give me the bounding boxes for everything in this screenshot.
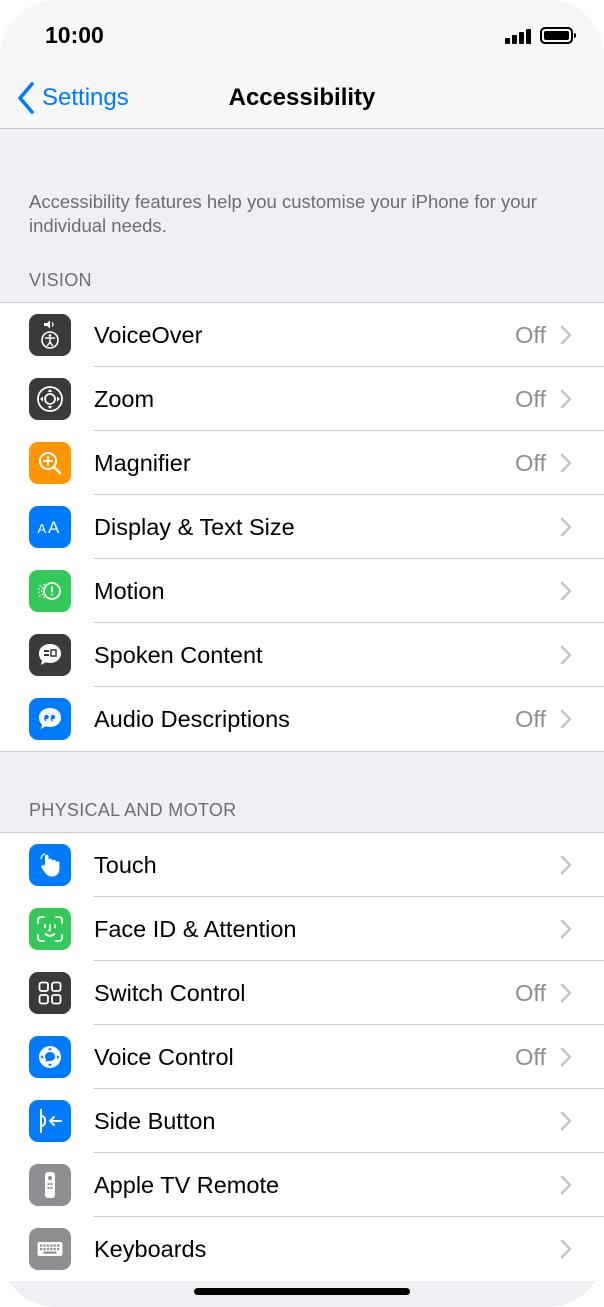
chevron-right-icon bbox=[560, 581, 572, 601]
svg-text:A: A bbox=[48, 518, 60, 537]
chevron-right-icon bbox=[560, 1175, 572, 1195]
voice-control-icon bbox=[29, 1036, 71, 1078]
chevron-right-icon bbox=[560, 325, 572, 345]
home-indicator[interactable] bbox=[194, 1288, 410, 1295]
row-label: Zoom bbox=[94, 386, 155, 412]
row-label: Spoken Content bbox=[94, 642, 263, 668]
row-voiceover[interactable]: VoiceOver Off bbox=[0, 303, 604, 367]
row-label: Touch bbox=[94, 852, 157, 878]
chevron-right-icon bbox=[560, 919, 572, 939]
side-button-icon bbox=[29, 1100, 71, 1142]
row-label: VoiceOver bbox=[94, 322, 203, 348]
chevron-right-icon bbox=[560, 453, 572, 473]
touch-icon bbox=[29, 844, 71, 886]
svg-text:A: A bbox=[38, 521, 47, 536]
row-motion[interactable]: Motion bbox=[0, 559, 604, 623]
voiceover-icon bbox=[29, 314, 71, 356]
chevron-right-icon bbox=[560, 517, 572, 537]
row-value: Off bbox=[515, 386, 546, 412]
row-label: Apple TV Remote bbox=[94, 1172, 280, 1198]
motion-icon bbox=[29, 570, 71, 612]
chevron-right-icon bbox=[560, 1239, 572, 1259]
status-time: 10:00 bbox=[45, 22, 104, 48]
vision-group: VoiceOver Off Zoom Off Magnifier Off A A… bbox=[0, 302, 604, 752]
row-voice-control[interactable]: Voice Control Off bbox=[0, 1025, 604, 1089]
status-bar: 10:00 bbox=[0, 0, 604, 70]
chevron-right-icon bbox=[560, 709, 572, 729]
row-spoken-content[interactable]: Spoken Content bbox=[0, 623, 604, 687]
row-label: Face ID & Attention bbox=[94, 916, 297, 942]
zoom-icon bbox=[29, 378, 71, 420]
magnifier-icon bbox=[29, 442, 71, 484]
chevron-right-icon bbox=[560, 983, 572, 1003]
battery-icon bbox=[540, 27, 576, 44]
row-label: Switch Control bbox=[94, 980, 246, 1006]
accessibility-screen: 10:00 Settings Accessibility Accessibili… bbox=[0, 0, 604, 1307]
chevron-right-icon bbox=[560, 1047, 572, 1067]
row-value: Off bbox=[515, 1044, 546, 1070]
apple-tv-remote-icon bbox=[29, 1164, 71, 1206]
row-value: Off bbox=[515, 706, 546, 732]
row-label: Motion bbox=[94, 578, 165, 604]
chevron-right-icon bbox=[560, 855, 572, 875]
row-audio-descriptions[interactable]: Audio Descriptions Off bbox=[0, 687, 604, 751]
row-label: Voice Control bbox=[94, 1044, 234, 1070]
row-face-id-attention[interactable]: Face ID & Attention bbox=[0, 897, 604, 961]
display-text-size-icon: AA bbox=[29, 506, 71, 548]
face-id-icon bbox=[29, 908, 71, 950]
row-switch-control[interactable]: Switch Control Off bbox=[0, 961, 604, 1025]
row-side-button[interactable]: Side Button bbox=[0, 1089, 604, 1153]
cellular-signal-icon bbox=[505, 29, 533, 44]
row-display-text-size[interactable]: AA Display & Text Size bbox=[0, 495, 604, 559]
row-magnifier[interactable]: Magnifier Off bbox=[0, 431, 604, 495]
page-title: Accessibility bbox=[228, 84, 376, 111]
row-apple-tv-remote[interactable]: Apple TV Remote bbox=[0, 1153, 604, 1217]
row-touch[interactable]: Touch bbox=[0, 833, 604, 897]
chevron-right-icon bbox=[560, 1111, 572, 1131]
spoken-content-icon bbox=[29, 634, 71, 676]
row-label: Display & Text Size bbox=[94, 514, 295, 540]
row-value: Off bbox=[515, 450, 546, 476]
row-value: Off bbox=[515, 322, 546, 348]
row-label: Audio Descriptions bbox=[94, 706, 290, 732]
physical-motor-group: Touch Face ID & Attention Switch Control… bbox=[0, 832, 604, 1281]
chevron-right-icon bbox=[560, 389, 572, 409]
navigation-bar: Settings Accessibility bbox=[0, 70, 604, 129]
section-header-vision: VISION bbox=[29, 270, 92, 290]
row-label: Keyboards bbox=[94, 1236, 207, 1262]
audio-descriptions-icon bbox=[29, 698, 71, 740]
intro-text: Accessibility features help you customis… bbox=[29, 191, 537, 236]
switch-control-icon bbox=[29, 972, 71, 1014]
row-value: Off bbox=[515, 980, 546, 1006]
row-label: Side Button bbox=[94, 1108, 216, 1134]
row-keyboards[interactable]: Keyboards bbox=[0, 1217, 604, 1281]
keyboards-icon bbox=[29, 1228, 71, 1270]
row-zoom[interactable]: Zoom Off bbox=[0, 367, 604, 431]
chevron-right-icon bbox=[560, 645, 572, 665]
section-header-physical-motor: PHYSICAL AND MOTOR bbox=[29, 800, 237, 820]
row-label: Magnifier bbox=[94, 450, 191, 476]
